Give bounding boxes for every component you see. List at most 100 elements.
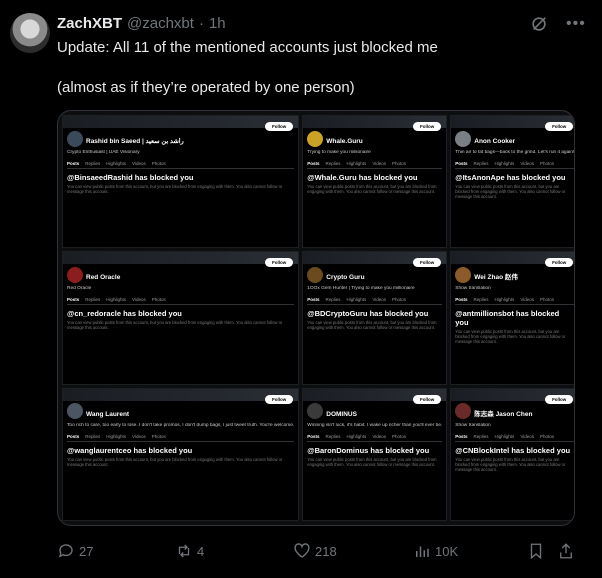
profile-tab: Highlights [494,433,515,439]
profile-name: Crypto Guru [326,274,365,282]
profile-avatar [455,403,472,420]
follow-button: Follow [413,394,442,404]
blocked-explanation: You can view public posts from this acco… [455,329,566,345]
profile-tab: Videos [520,161,534,166]
blocked-notice: @antmillionsbot has blocked you [455,309,560,328]
profile-tab: Videos [372,297,386,303]
attached-image[interactable]: Rashid bin Saeed | راشد بن سعيد Follow Cry… [57,110,575,526]
author-avatar[interactable] [10,13,50,53]
blocked-accounts-collage: Rashid bin Saeed | راشد بن سعيد Follow Cry… [62,115,574,521]
profile-name: Wei Zhao 赵伟 [474,274,518,282]
views-count: 10K [435,543,459,559]
follow-button: Follow [413,122,442,131]
follow-button: Follow [265,122,294,131]
profile-tabs: Posts Replies Highlights Videos Photos [307,431,443,442]
blocked-notice: @wanglaurentceo has blocked you [67,445,193,455]
tweet-text-line-2: (almost as if they’re operated by one pe… [57,79,355,96]
heart-icon [294,543,310,558]
profile-tab: Videos [132,433,146,439]
profile-tab: Replies [325,297,341,303]
profile-name: 陈志森 Jason Chen [474,410,533,418]
blocked-profile-card: Rashid bin Saeed | راشد بن سعيد Follow Cry… [62,115,300,249]
profile-tab: Replies [473,433,489,439]
author-display-name[interactable]: ZachXBT [57,15,122,32]
reply-button[interactable]: 27 [57,542,93,560]
profile-name: Wang Laurent [86,410,130,418]
author-handle[interactable]: @zachxbt [127,15,194,32]
profile-tab: Photos [540,161,555,166]
profile-tab: Highlights [106,161,127,166]
like-button[interactable]: 218 [293,542,337,560]
profile-tab: Posts [455,161,468,166]
reply-count: 27 [79,543,94,559]
profile-tab: Videos [372,433,386,439]
more-options-icon[interactable]: ••• [566,15,586,33]
collage-column-2: Whale.Guru Follow Trying to make you milli… [302,115,448,521]
blocked-profile-card: DOMINUS Follow Winning isn't luck, it's ha… [302,387,448,521]
profile-avatar [307,130,324,147]
profile-name: Rashid bin Saeed | راشد بن سعيد [86,138,184,145]
blocked-notice: @BDCryptoGuru has blocked you [307,309,429,319]
repost-button[interactable]: 4 [175,542,204,560]
views-button[interactable]: 10K [413,542,458,560]
blocked-profile-card: Red Oracle Follow Red Oracle Posts Replies Hi… [62,251,300,385]
profile-tab: Posts [307,161,320,166]
profile-tab: Photos [392,433,407,439]
tweet-actions: 27 4 218 10K [57,540,577,562]
blocked-explanation: You can view public posts from this acco… [307,184,437,194]
profile-tab: Replies [85,297,101,303]
profile-tab: Highlights [494,161,515,166]
blocked-explanation: You can view public posts from this acco… [455,456,566,472]
profile-tab: Replies [473,161,489,166]
grok-icon[interactable] [530,15,548,33]
profile-avatar [67,130,83,147]
blocked-notice: @BaronDominus has blocked you [307,445,430,455]
profile-tab: Replies [85,161,101,166]
blocked-notice: @ItsAnonApe has blocked you [455,173,566,182]
bookmark-icon [530,543,542,560]
profile-name: Anon Cooker [474,138,516,145]
profile-bio: Red Oracle [67,286,92,292]
profile-tab: Photos [392,297,407,303]
repost-icon [178,544,190,558]
profile-tab: Posts [67,297,80,303]
profile-tab: Videos [520,433,534,439]
blocked-notice: @Whale.Guru has blocked you [307,173,418,182]
profile-tabs: Posts Replies Highlights Videos Photos [67,158,295,169]
profile-tabs: Posts Replies Highlights Videos Photos [307,294,443,306]
profile-bio: Too rich to care, too early to lose. I d… [67,422,295,428]
profile-tab: Highlights [346,161,367,166]
profile-tabs: Posts Replies Highlights Videos Photos [67,431,295,442]
profile-tab: Posts [455,433,468,439]
follow-button: Follow [265,258,294,268]
bookmark-button[interactable] [527,542,545,560]
follow-button: Follow [545,122,574,131]
profile-bio: Show translation [455,422,491,428]
profile-tab: Replies [325,161,341,166]
profile-bio: Trying to make you millionaire [307,150,371,155]
profile-tab: Photos [151,297,166,303]
share-button[interactable] [557,542,575,560]
profile-name: DOMINUS [326,410,357,418]
profile-tab: Photos [392,161,407,166]
profile-banner [63,388,299,401]
profile-avatar [307,267,324,284]
profile-tabs: Posts Replies Highlights Videos Photos [307,158,443,169]
blocked-explanation: You can view public posts from this acco… [67,320,283,331]
profile-bio: Show translation [455,286,491,292]
share-icon [560,543,572,559]
follow-button: Follow [545,258,574,268]
profile-tab: Photos [151,433,166,439]
post-time[interactable]: 1h [209,15,226,32]
views-icon [416,546,429,557]
blocked-profile-card: Wei Zhao 赵伟 Follow Show translation Posts Re… [450,251,574,385]
blocked-explanation: You can view public posts from this acco… [67,456,283,467]
blocked-notice: @BinsaeedRashid has blocked you [67,173,194,182]
collage-column-3: Anon Cooker Follow Thin air to fat bags—ba… [450,115,574,521]
profile-tabs: Posts Replies Highlights Videos Photos [455,431,574,442]
blocked-notice: @cn_redoracle has blocked you [67,309,182,319]
profile-tab: Photos [540,433,555,439]
collage-column-1: Rashid bin Saeed | راشد بن سعيد Follow Cry… [62,115,300,521]
profile-banner [63,252,299,265]
profile-tab: Posts [455,297,468,303]
